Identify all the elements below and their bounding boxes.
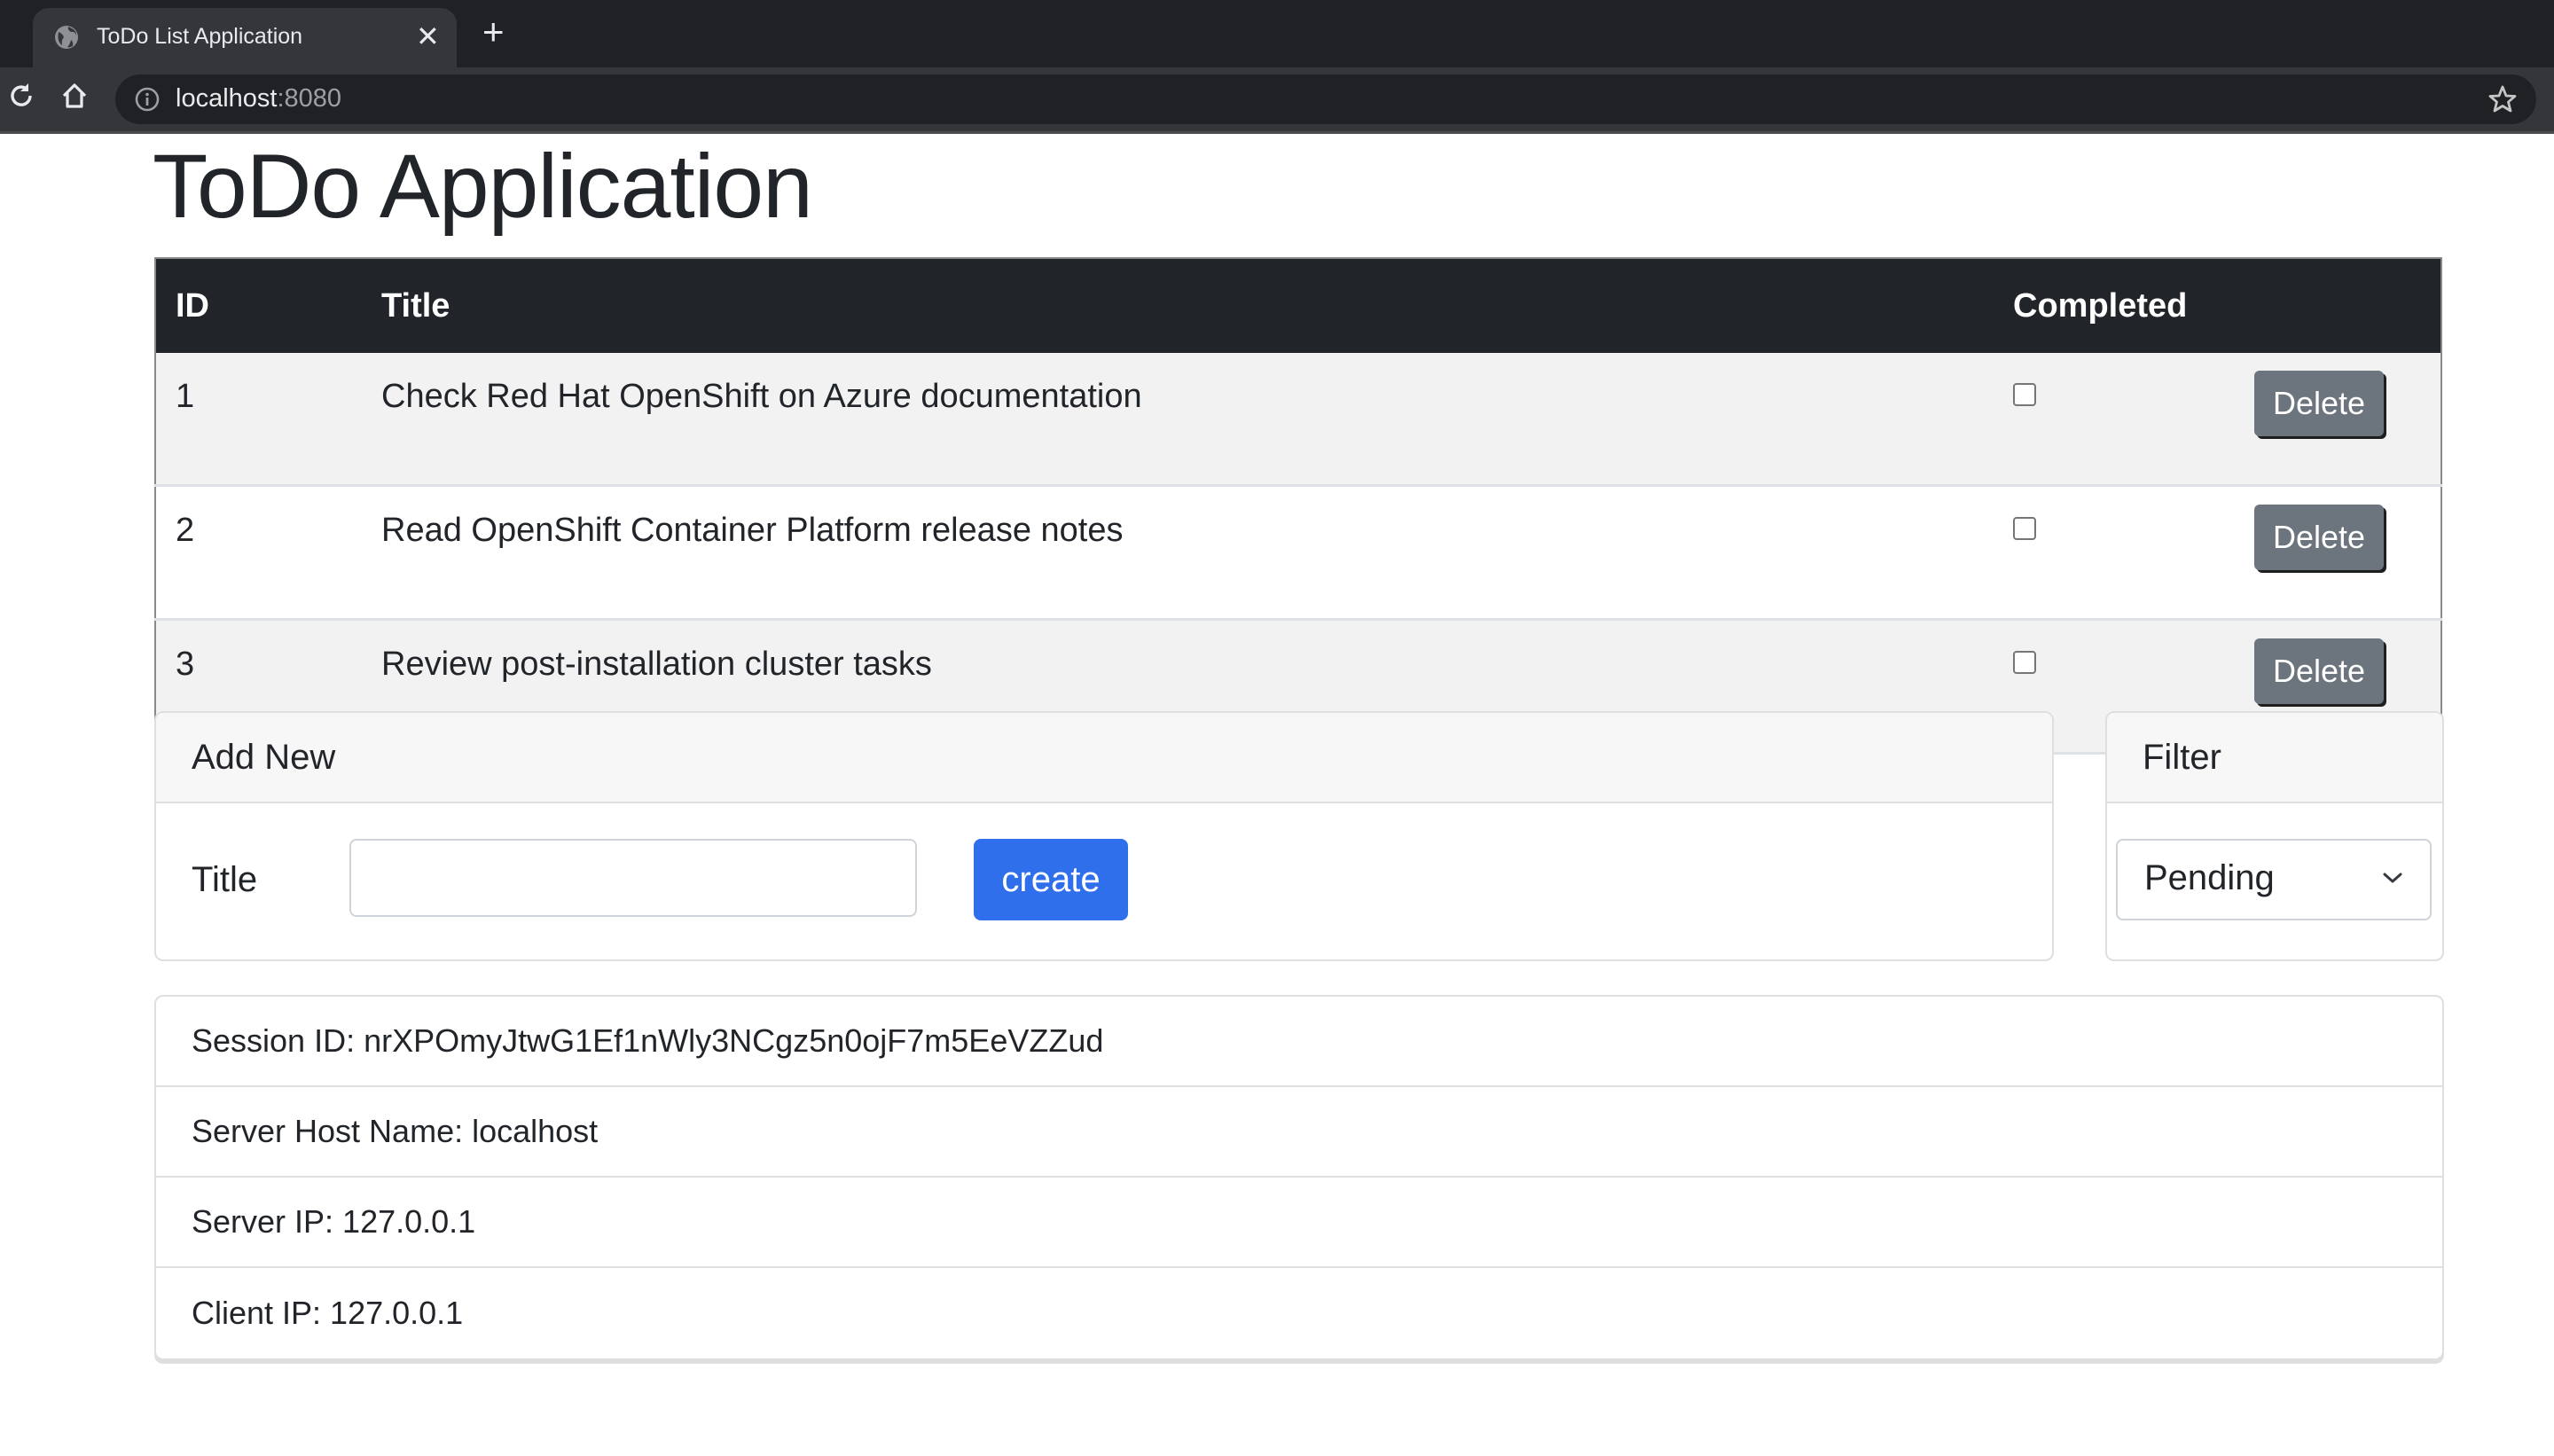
filter-select[interactable]: Pending [2116, 839, 2432, 920]
table-row: 1 Check Red Hat OpenShift on Azure docum… [155, 353, 2441, 487]
url-host: localhost [176, 84, 278, 113]
bookmark-star-icon[interactable] [2487, 83, 2519, 115]
address-bar[interactable]: localhost:8080 [115, 74, 2536, 124]
client-ip-item: Client IP: 127.0.0.1 [192, 1295, 464, 1331]
filter-selected-value: Pending [2144, 858, 2275, 897]
column-header-id: ID [155, 257, 362, 353]
filter-body: Pending [2107, 803, 2442, 959]
filter-header: Filter [2107, 713, 2442, 803]
todo-completed-cell [1994, 485, 2235, 621]
todo-id: 1 [155, 353, 362, 487]
session-id-item: Session ID: nrXPOmyJtwG1Ef1nWly3NCgz5n0o… [156, 997, 2442, 1087]
todo-id: 2 [155, 485, 362, 621]
column-header-actions [2235, 257, 2441, 353]
delete-button[interactable]: Delete [2254, 505, 2384, 570]
create-button[interactable]: create [974, 839, 1128, 920]
server-ip-item: Server IP: 127.0.0.1 [156, 1178, 2442, 1268]
tab-title: ToDo List Application [97, 24, 303, 49]
filter-card: Filter Pending [2105, 711, 2444, 961]
add-new-card: Add New Title create [154, 711, 2054, 961]
todo-actions-cell: Delete [2235, 485, 2441, 621]
todo-table: ID Title Completed 1 Check Red Hat OpenS… [154, 257, 2442, 755]
table-row: 2 Read OpenShift Container Platform rele… [155, 485, 2441, 621]
close-tab-icon[interactable]: ✕ [416, 20, 440, 52]
delete-button[interactable]: Delete [2254, 371, 2384, 436]
server-info-list: Session ID: nrXPOmyJtwG1Ef1nWly3NCgz5n0o… [154, 995, 2444, 1360]
chevron-down-icon [2383, 873, 2402, 883]
browser-toolbar: localhost:8080 [0, 67, 2554, 134]
title-label: Title [192, 860, 258, 899]
reload-icon[interactable] [5, 80, 37, 112]
completed-checkbox[interactable] [2013, 651, 2036, 674]
todo-title: Check Red Hat OpenShift on Azure documen… [362, 353, 1994, 487]
server-host-item: Server Host Name: localhost [156, 1087, 2442, 1178]
column-header-completed: Completed [1994, 257, 2235, 353]
completed-checkbox[interactable] [2013, 383, 2036, 406]
todo-actions-cell: Delete [2235, 353, 2441, 487]
browser-tab-strip: ToDo List Application ✕ + [0, 0, 2554, 67]
home-icon[interactable] [59, 80, 90, 112]
url-port: :8080 [277, 84, 342, 113]
globe-icon [55, 26, 78, 49]
completed-checkbox[interactable] [2013, 517, 2036, 540]
title-input[interactable] [349, 839, 917, 917]
browser-tab-active[interactable]: ToDo List Application ✕ [33, 8, 457, 67]
todo-title: Read OpenShift Container Platform releas… [362, 485, 1994, 621]
add-new-header: Add New [156, 713, 2052, 803]
column-header-title: Title [362, 257, 1994, 353]
add-new-body: Title create [156, 803, 2052, 959]
delete-button[interactable]: Delete [2254, 638, 2384, 704]
new-tab-button[interactable]: + [482, 13, 505, 51]
page-title: ToDo Application [153, 136, 813, 237]
todo-completed-cell [1994, 353, 2235, 487]
url-text: localhost:8080 [176, 84, 341, 114]
info-icon[interactable] [133, 85, 161, 114]
table-header-row: ID Title Completed [155, 257, 2441, 353]
